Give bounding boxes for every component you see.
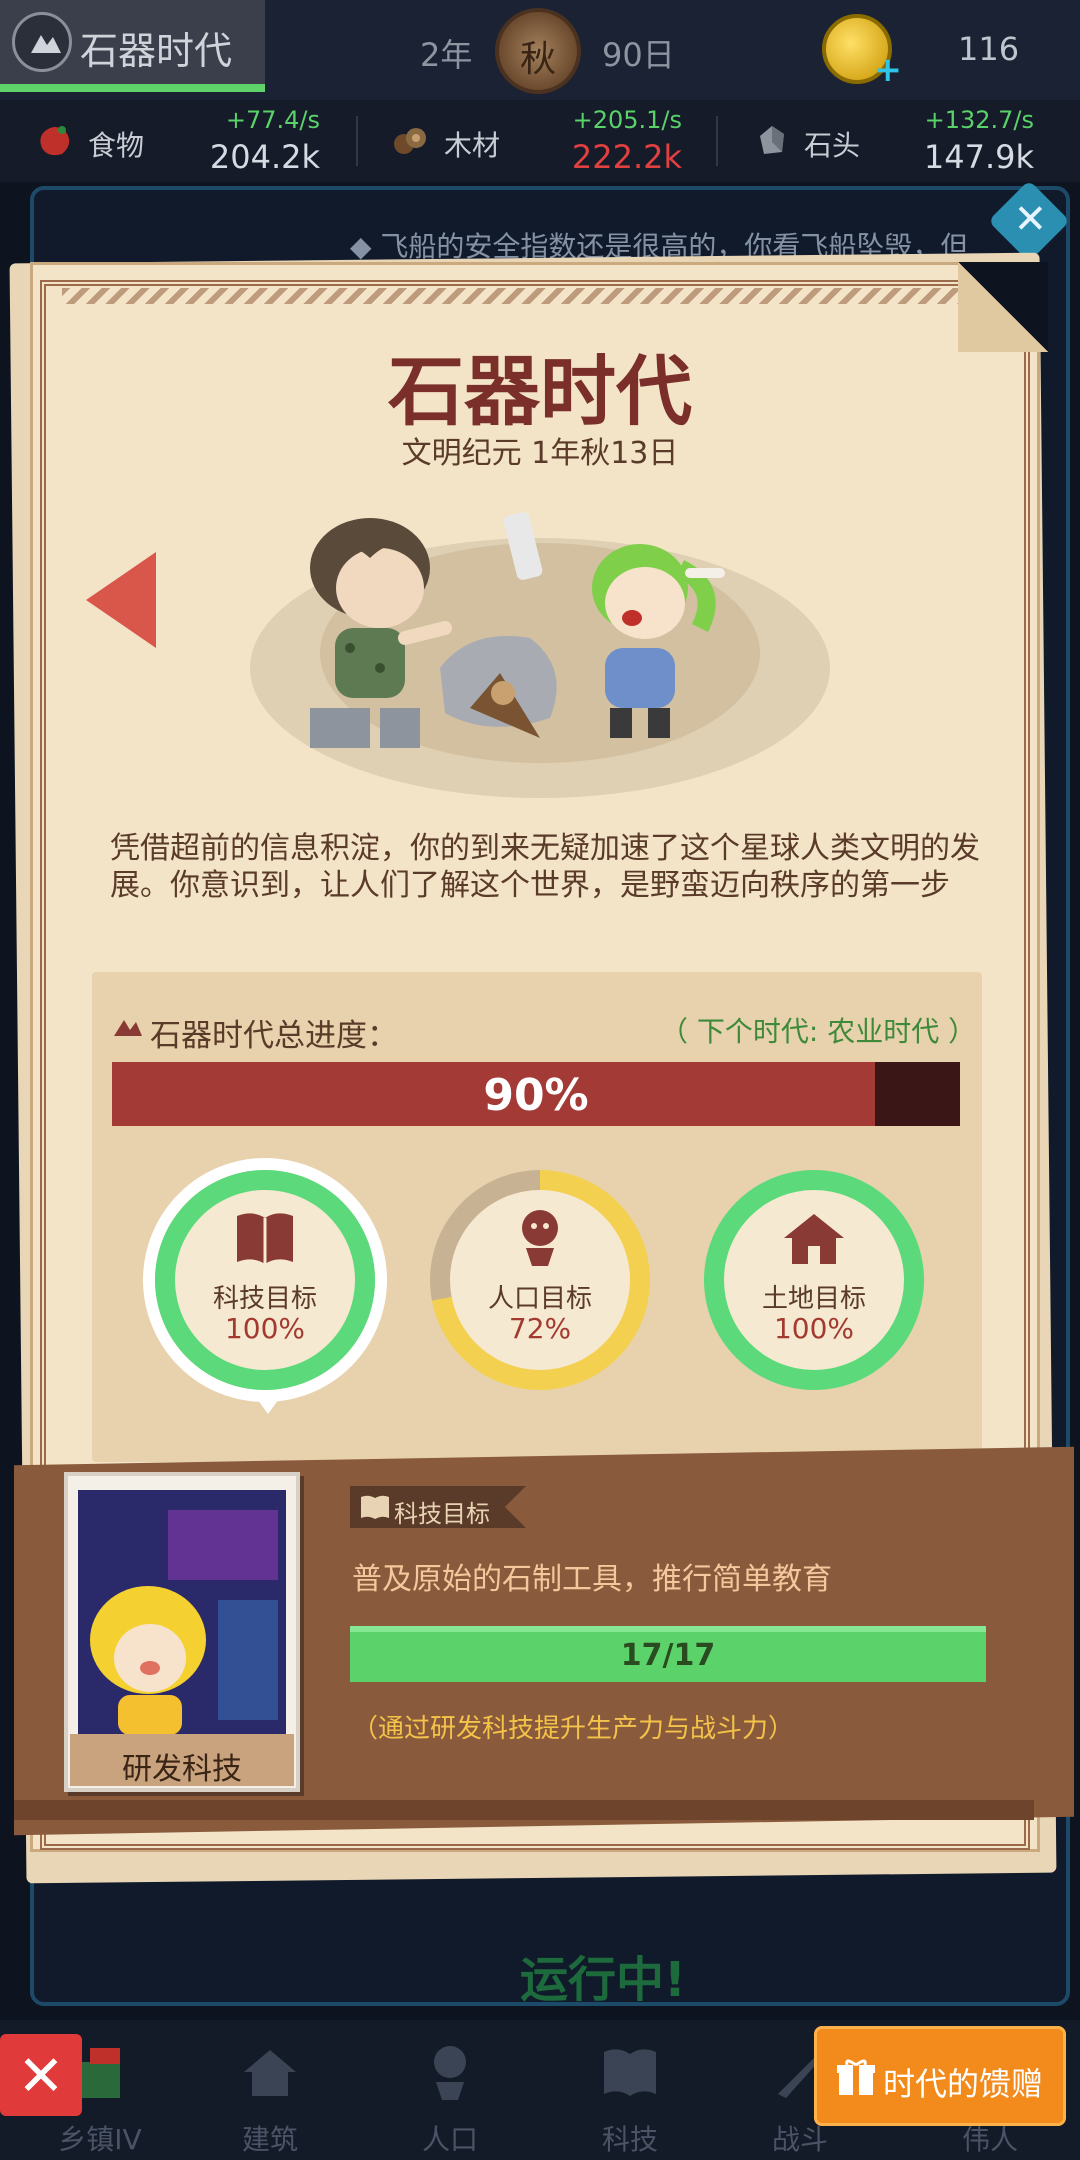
previous-era-arrow-icon[interactable] (86, 552, 156, 648)
nav-label: 人口 (421, 2123, 478, 2156)
era-progress-label: 石器时代总进度： (150, 1018, 398, 1054)
goal-percent: 100% (224, 1312, 306, 1345)
resource-food[interactable]: 食物 +77.4/s 204.2k (36, 100, 320, 182)
era-progress-icon (114, 1020, 142, 1036)
era-gift-label: 时代的馈赠 (883, 2065, 1044, 2103)
nav-label: 乡镇IV (58, 2123, 142, 2156)
tech-goal-description: 普及原始的石制工具，推行简单教育 (352, 1562, 832, 1597)
tech-goal-tag: 科技目标 (350, 1486, 526, 1528)
resource-rate: +132.7/s (924, 106, 1034, 134)
resource-label: 石头 (804, 129, 861, 162)
goal-population[interactable]: 人口目标 72% (430, 1170, 650, 1390)
goal-name: 科技目标 (212, 1284, 317, 1314)
date-year: 2年 (420, 36, 473, 74)
goal-name: 土地目标 (761, 1284, 866, 1314)
tech-goal-tag-label: 科技目标 (394, 1500, 490, 1528)
goal-percent: 72% (508, 1312, 572, 1345)
era-description: 凭借超前的信息积淀，你的到来无疑加速了这个星球人类文明的发展。你意识到，让人们了… (110, 831, 980, 903)
close-button[interactable]: ✕ (0, 2034, 82, 2116)
book-icon (237, 1213, 293, 1264)
research-tech-label: 研发科技 (122, 1752, 242, 1787)
house-icon (784, 1214, 844, 1264)
stone-icon (760, 126, 784, 154)
card-ornament (62, 288, 962, 304)
resource-rate: +205.1/s (572, 106, 682, 134)
divider (356, 116, 358, 166)
era-name: 石器时代 (80, 29, 233, 73)
wood-icon (394, 128, 426, 154)
resource-label: 食物 (88, 129, 145, 162)
tech-progress-text: 17/17 (620, 1638, 716, 1673)
resource-stone[interactable]: 石头 +132.7/s 147.9k (752, 100, 1034, 182)
stone-age-illustration (250, 512, 830, 798)
resource-amount: 222.2k (571, 138, 682, 176)
next-era-label: （ 下个时代: 农业时代 ） (660, 1015, 977, 1048)
house-icon (244, 2050, 296, 2096)
date-day: 90日 (602, 36, 675, 74)
goal-tech[interactable]: 科技目标 100% (155, 1170, 375, 1390)
nav-population[interactable]: 人口 (380, 2030, 520, 2160)
goal-percent: 100% (773, 1312, 855, 1345)
selected-goal-pointer (252, 1392, 284, 1414)
research-tech-button[interactable]: 研发科技 (70, 1734, 294, 1787)
era-gift-button[interactable]: 时代的馈赠 (814, 2026, 1066, 2126)
nav-tech[interactable]: 科技 (560, 2030, 700, 2160)
season-badge: 秋 (495, 8, 581, 94)
goal-land[interactable]: 土地目标 100% (704, 1170, 924, 1390)
gift-icon (837, 2059, 875, 2095)
tech-goal-section-edge (14, 1800, 1034, 1820)
person-icon (522, 1210, 558, 1266)
resource-bar: 食物 +77.4/s 204.2k 木材 +205.1/s 222.2k 石头 … (0, 100, 1080, 182)
add-coin-icon[interactable]: + (874, 50, 903, 90)
era-subtitle: 文明纪元 1年秋13日 (401, 436, 679, 471)
close-icon: ✕ (1013, 196, 1048, 243)
era-title: 石器时代 (388, 347, 692, 436)
advisor-portrait (78, 1490, 286, 1735)
running-label: 运行中! (520, 1952, 686, 2008)
book-icon (361, 1495, 389, 1519)
resource-amount: 204.2k (209, 138, 320, 176)
era-progress-bar: 90% (112, 1062, 960, 1126)
season-label: 秋 (519, 39, 556, 80)
person-icon (434, 2046, 466, 2100)
coin-count: 116 (958, 30, 1020, 68)
resource-amount: 147.9k (923, 138, 1034, 176)
era-chip[interactable]: 石器时代 (0, 0, 265, 92)
nav-label: 科技 (601, 2123, 658, 2156)
coin-icon[interactable]: + (822, 14, 902, 90)
tech-goal-hint: （通过研发科技提升生产力与战斗力） (352, 1714, 795, 1744)
era-progress-text: 90% (483, 1070, 589, 1121)
divider (716, 116, 718, 166)
nav-label: 建筑 (241, 2123, 298, 2156)
nav-building[interactable]: 建筑 (200, 2030, 340, 2160)
era-logo-icon (12, 12, 72, 72)
resource-wood[interactable]: 木材 +205.1/s 222.2k (392, 100, 682, 182)
resource-label: 木材 (444, 129, 501, 162)
goal-name: 人口目标 (487, 1284, 592, 1314)
tech-progress-bar: 17/17 (350, 1626, 986, 1682)
resource-rate: +77.4/s (225, 106, 320, 134)
meat-icon (40, 126, 70, 156)
close-icon: ✕ (17, 2044, 65, 2109)
book-icon (604, 2049, 656, 2096)
